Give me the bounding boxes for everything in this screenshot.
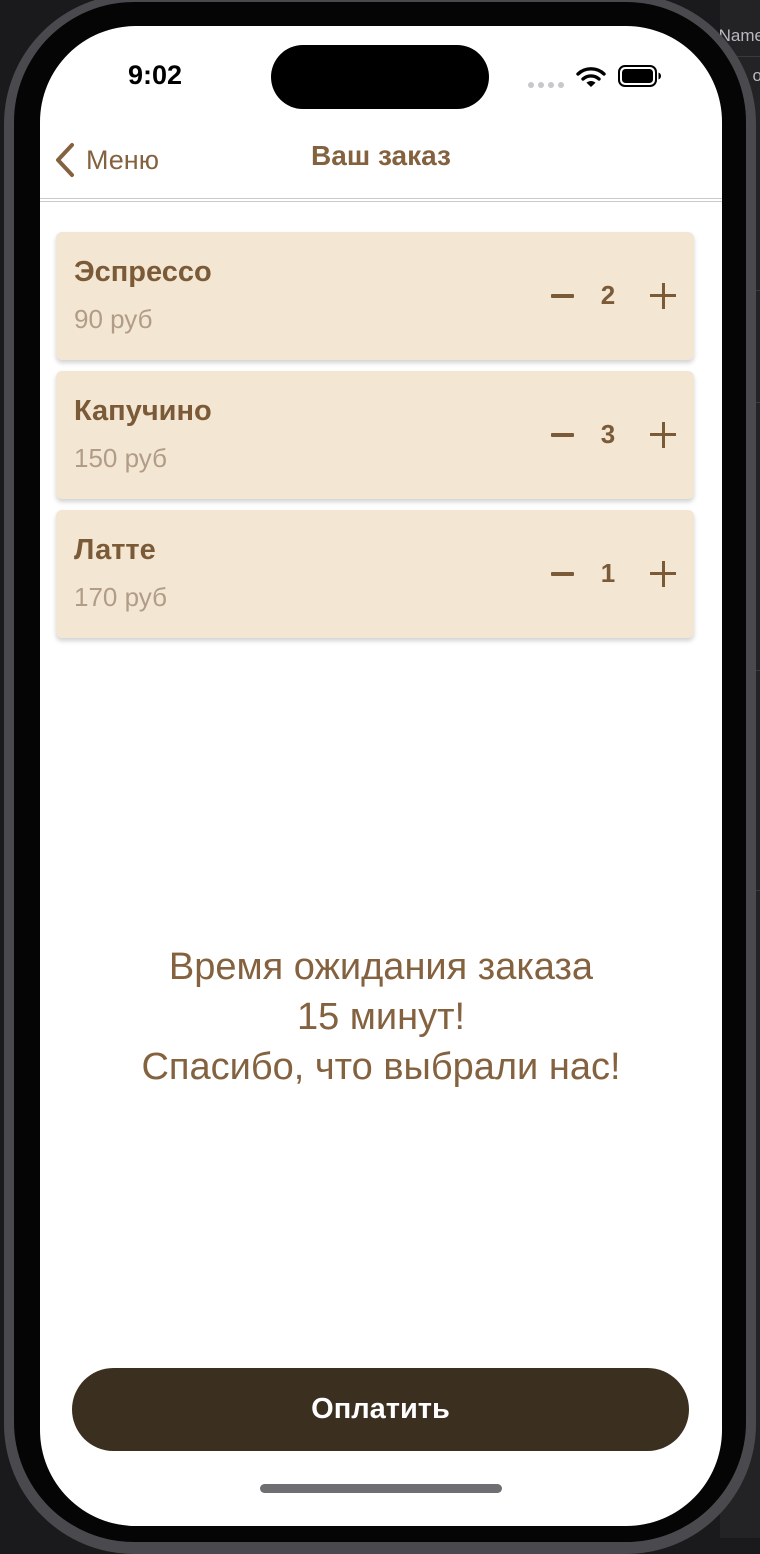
page-title: Ваш заказ — [311, 140, 451, 171]
order-item-card: Эспрессо 90 руб 2 — [56, 232, 694, 360]
item-price: 170 руб — [74, 582, 167, 612]
battery-icon — [618, 65, 661, 87]
minus-icon — [551, 572, 574, 576]
navbar-divider — [40, 198, 722, 202]
order-list: Эспрессо 90 руб 2 Капучино 150 руб 3 Лат… — [56, 232, 694, 649]
item-quantity: 3 — [600, 419, 616, 449]
decrease-button[interactable] — [548, 415, 578, 455]
status-time: 9:02 — [128, 60, 183, 90]
pay-button-label: Оплатить — [311, 1393, 450, 1425]
quantity-stepper: 3 — [548, 415, 678, 455]
app-screen: 9:02 Меню Ваш заказ Эспрессо 90 руб 2 Ка… — [40, 26, 722, 1526]
home-indicator — [260, 1484, 502, 1493]
item-name: Эспрессо — [74, 256, 212, 288]
signal-dots-icon — [528, 82, 564, 88]
plus-icon — [661, 283, 665, 309]
decrease-button[interactable] — [548, 276, 578, 316]
decrease-button[interactable] — [548, 554, 578, 594]
item-price: 90 руб — [74, 304, 153, 334]
increase-button[interactable] — [648, 276, 678, 316]
quantity-stepper: 1 — [548, 554, 678, 594]
item-quantity: 1 — [600, 558, 616, 588]
dynamic-island — [271, 45, 489, 109]
message-line: Время ожидания заказа — [168, 946, 594, 988]
increase-button[interactable] — [648, 415, 678, 455]
order-item-card: Капучино 150 руб 3 — [56, 371, 694, 499]
minus-icon — [551, 433, 574, 437]
wifi-icon — [576, 67, 606, 87]
minus-icon — [551, 294, 574, 298]
editor-label: o — [752, 66, 760, 85]
pay-button[interactable]: Оплатить — [72, 1368, 689, 1451]
message-line: 15 минут! — [296, 996, 466, 1038]
message-line: Спасибо, что выбрали нас! — [141, 1046, 621, 1088]
wait-time-message: Время ожидания заказа 15 минут! Спасибо,… — [40, 942, 722, 1092]
item-quantity: 2 — [600, 280, 616, 310]
plus-icon — [661, 561, 665, 587]
increase-button[interactable] — [648, 554, 678, 594]
quantity-stepper: 2 — [548, 276, 678, 316]
navigation-bar: Меню Ваш заказ — [40, 126, 722, 196]
item-price: 150 руб — [74, 443, 167, 473]
order-item-card: Латте 170 руб 1 — [56, 510, 694, 638]
plus-icon — [661, 422, 665, 448]
item-name: Капучино — [74, 395, 212, 427]
item-name: Латте — [74, 534, 156, 566]
